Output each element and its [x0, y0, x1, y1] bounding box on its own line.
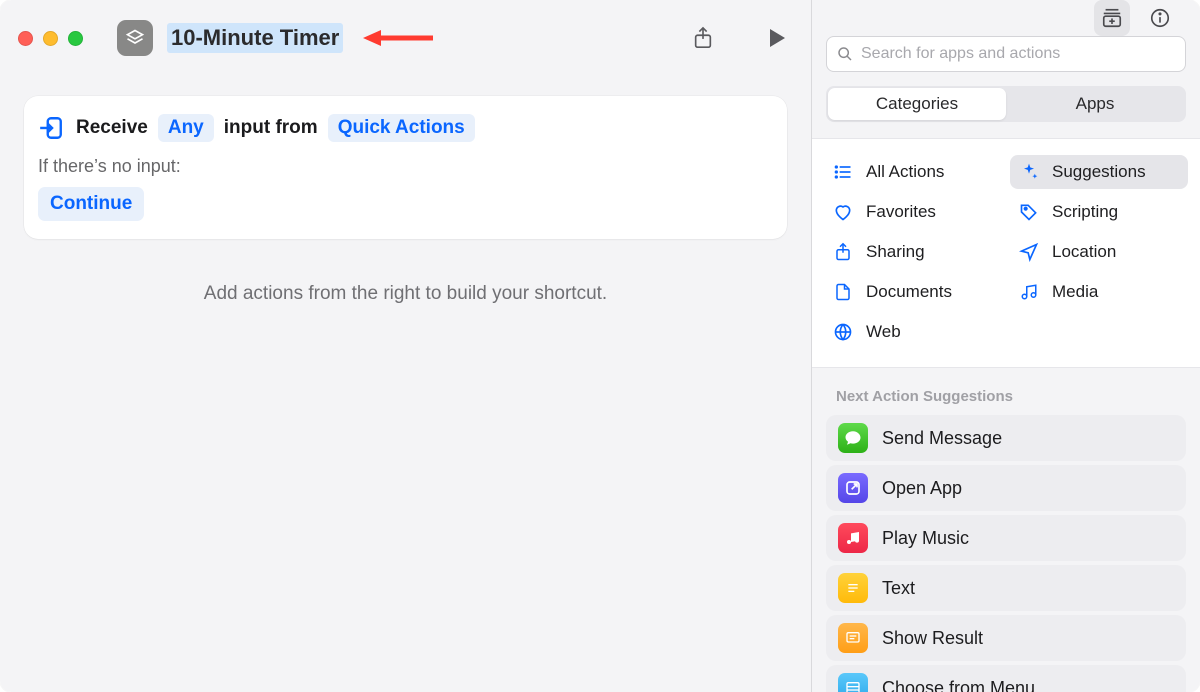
- shortcut-icon[interactable]: [117, 20, 153, 56]
- category-label: Sharing: [866, 242, 925, 262]
- category-media[interactable]: Media: [1010, 275, 1188, 309]
- sparkle-icon: [1018, 161, 1040, 183]
- if-no-input-label: If there’s no input:: [38, 156, 769, 177]
- input-icon: [38, 115, 64, 141]
- category-scripting[interactable]: Scripting: [1010, 195, 1188, 229]
- empty-canvas-hint: Add actions from the right to build your…: [24, 283, 787, 305]
- workflow-canvas: Receive Any input from Quick Actions If …: [0, 76, 811, 692]
- action-label: Choose from Menu: [882, 678, 1035, 692]
- action-label: Show Result: [882, 628, 983, 649]
- category-location[interactable]: Location: [1010, 235, 1188, 269]
- receive-input-card[interactable]: Receive Any input from Quick Actions If …: [24, 96, 787, 239]
- details-toggle-button[interactable]: [1142, 0, 1178, 36]
- music-icon: [1018, 281, 1040, 303]
- receive-type-token[interactable]: Any: [158, 114, 214, 142]
- category-label: Media: [1052, 282, 1098, 302]
- category-label: Scripting: [1052, 202, 1118, 222]
- no-input-action-token[interactable]: Continue: [38, 187, 144, 221]
- close-window-button[interactable]: [18, 31, 33, 46]
- annotation-arrow-icon: [363, 27, 433, 49]
- library-toggle-button[interactable]: [1094, 0, 1130, 36]
- titlebar: 10-Minute Timer: [0, 0, 811, 76]
- share-icon: [832, 241, 854, 263]
- action-send-message[interactable]: Send Message: [826, 415, 1186, 461]
- tag-icon: [1018, 201, 1040, 223]
- category-label: Suggestions: [1052, 162, 1146, 182]
- category-web[interactable]: Web: [824, 315, 1002, 349]
- fullscreen-window-button[interactable]: [68, 31, 83, 46]
- category-label: All Actions: [866, 162, 944, 182]
- list-icon: [832, 161, 854, 183]
- category-suggestions[interactable]: Suggestions: [1010, 155, 1188, 189]
- action-open-app[interactable]: Open App: [826, 465, 1186, 511]
- category-all-actions[interactable]: All Actions: [824, 155, 1002, 189]
- action-play-music[interactable]: Play Music: [826, 515, 1186, 561]
- messages-app-icon: [838, 423, 868, 453]
- window-controls: [18, 31, 83, 46]
- openapp-app-icon: [838, 473, 868, 503]
- category-documents[interactable]: Documents: [824, 275, 1002, 309]
- search-input[interactable]: [861, 45, 1175, 63]
- action-text[interactable]: Text: [826, 565, 1186, 611]
- category-label: Location: [1052, 242, 1116, 262]
- category-favorites[interactable]: Favorites: [824, 195, 1002, 229]
- category-label: Favorites: [866, 202, 936, 222]
- suggestions-header: Next Action Suggestions: [812, 368, 1200, 415]
- menu-app-icon: [838, 673, 868, 692]
- action-label: Play Music: [882, 528, 969, 549]
- receive-mid: input from: [224, 117, 318, 139]
- tab-categories[interactable]: Categories: [828, 88, 1006, 120]
- category-label: Web: [866, 322, 901, 342]
- category-sharing[interactable]: Sharing: [824, 235, 1002, 269]
- library-segment: Categories Apps: [826, 86, 1186, 122]
- action-label: Send Message: [882, 428, 1002, 449]
- share-button[interactable]: [687, 22, 719, 54]
- music-app-icon: [838, 523, 868, 553]
- receive-source-token[interactable]: Quick Actions: [328, 114, 475, 142]
- result-app-icon: [838, 623, 868, 653]
- run-button[interactable]: [761, 22, 793, 54]
- text-app-icon: [838, 573, 868, 603]
- action-label: Open App: [882, 478, 962, 499]
- sidebar-titlebar: [812, 0, 1200, 36]
- receive-prefix: Receive: [76, 117, 148, 139]
- action-show-result[interactable]: Show Result: [826, 615, 1186, 661]
- minimize-window-button[interactable]: [43, 31, 58, 46]
- document-icon: [832, 281, 854, 303]
- search-icon: [837, 46, 853, 62]
- category-label: Documents: [866, 282, 952, 302]
- location-icon: [1018, 241, 1040, 263]
- tab-apps[interactable]: Apps: [1006, 88, 1184, 120]
- heart-icon: [832, 201, 854, 223]
- action-label: Text: [882, 578, 915, 599]
- web-icon: [832, 321, 854, 343]
- search-field[interactable]: [826, 36, 1186, 72]
- shortcut-title[interactable]: 10-Minute Timer: [167, 23, 343, 53]
- action-choose-from-menu[interactable]: Choose from Menu: [826, 665, 1186, 692]
